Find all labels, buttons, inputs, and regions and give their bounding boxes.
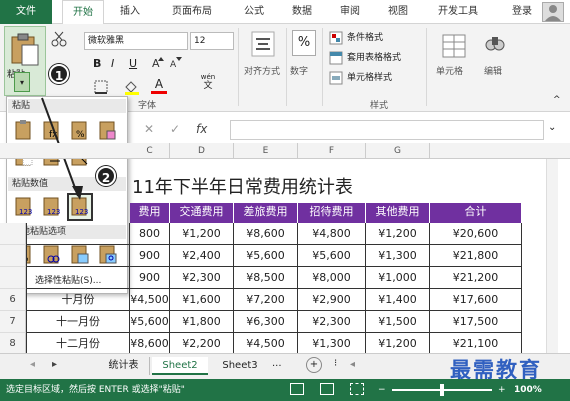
worksheet-grid: C D E F G 11年下半年日常费用统计表 费用 交通费用 差旅费用 招待费… (0, 143, 570, 355)
formula-input[interactable] (230, 120, 544, 140)
month-cell[interactable] (26, 245, 130, 267)
formula-bar: ✕ ✓ fx ⌄ (130, 118, 570, 142)
column-header[interactable]: F (298, 143, 366, 159)
row-header[interactable] (0, 245, 26, 267)
table-cell[interactable]: ¥1,300 (298, 333, 366, 355)
header-cell[interactable]: 交通费用 (170, 203, 234, 223)
confirm-icon[interactable]: ✓ (170, 122, 180, 136)
table-cell[interactable]: ¥2,300 (170, 267, 234, 289)
table-cell[interactable]: ¥21,200 (430, 267, 522, 289)
page-layout-view-icon[interactable] (320, 383, 334, 395)
table-cell[interactable]: 900 (130, 245, 170, 267)
table-cell[interactable]: ¥2,400 (170, 245, 234, 267)
cancel-icon[interactable]: ✕ (144, 122, 154, 136)
table-cell[interactable]: ¥5,600 (234, 245, 298, 267)
sheet-more-label[interactable]: ... (272, 358, 282, 369)
table-cell[interactable]: ¥5,600 (298, 245, 366, 267)
header-cell[interactable]: 招待费用 (298, 203, 366, 223)
zoom-level[interactable]: 100% (514, 379, 542, 401)
column-header[interactable]: C (130, 143, 170, 159)
table-cell[interactable]: ¥21,100 (430, 333, 522, 355)
sheet-tab-active[interactable]: Sheet2 (152, 357, 208, 375)
table-cell[interactable]: ¥1,400 (366, 289, 430, 311)
table-cell[interactable]: ¥1,300 (366, 245, 430, 267)
table-cell[interactable]: ¥2,200 (170, 333, 234, 355)
row-header[interactable] (0, 223, 26, 245)
month-cell[interactable]: 十一月份 (26, 311, 130, 333)
table-cell[interactable]: ¥4,500 (234, 333, 298, 355)
table-cell[interactable]: ¥1,500 (366, 311, 430, 333)
table-cell[interactable]: ¥2,900 (298, 289, 366, 311)
table-cell[interactable]: ¥8,000 (298, 267, 366, 289)
scroll-left-icon[interactable]: ◂ (350, 359, 355, 370)
table-cell[interactable]: 900 (130, 267, 170, 289)
column-header[interactable]: E (234, 143, 298, 159)
table-cell[interactable]: ¥8,600 (234, 223, 298, 245)
sheet-tab[interactable]: Sheet3 (212, 357, 268, 375)
table-cell[interactable]: ¥2,300 (298, 311, 366, 333)
zoom-out-icon[interactable]: − (378, 379, 386, 401)
status-bar: 选定目标区域，然后按 ENTER 或选择"粘贴" − + 100% (0, 379, 570, 401)
table-cell[interactable]: ¥6,300 (234, 311, 298, 333)
table-cell[interactable]: ¥1,200 (366, 333, 430, 355)
table-cell[interactable]: ¥21,800 (430, 245, 522, 267)
month-cell[interactable] (26, 267, 130, 289)
column-header[interactable]: G (366, 143, 430, 159)
table-cell[interactable]: ¥1,000 (366, 267, 430, 289)
zoom-in-icon[interactable]: + (498, 379, 506, 401)
table-cell[interactable]: ¥20,600 (430, 223, 522, 245)
vertical-scrollbar[interactable] (546, 159, 558, 353)
header-cell[interactable]: 合计 (430, 203, 522, 223)
add-sheet-icon[interactable]: + (306, 357, 322, 373)
table-cell[interactable]: ¥1,200 (170, 223, 234, 245)
zoom-slider-handle[interactable] (440, 384, 444, 396)
sheet-title[interactable]: 11年下半年日常费用统计表 (132, 173, 452, 199)
normal-view-icon[interactable] (290, 383, 304, 395)
prev-sheet-icon[interactable]: ◂ (30, 359, 35, 370)
table-cell[interactable]: ¥8,600 (130, 333, 170, 355)
table-cell[interactable]: ¥17,600 (430, 289, 522, 311)
next-sheet-icon[interactable]: ▸ (52, 359, 57, 370)
expand-formula-icon[interactable]: ⌄ (548, 122, 556, 133)
month-cell[interactable] (26, 223, 130, 245)
sheet-tab[interactable]: 统计表 (98, 357, 150, 375)
table-cell[interactable]: ¥5,600 (130, 311, 170, 333)
table-cell[interactable]: ¥4,800 (298, 223, 366, 245)
header-cell[interactable]: 其他费用 (366, 203, 430, 223)
column-header[interactable]: D (170, 143, 234, 159)
month-cell[interactable]: 十月份 (26, 289, 130, 311)
page-break-view-icon[interactable] (350, 383, 364, 395)
table-cell[interactable]: ¥7,200 (234, 289, 298, 311)
callout-step-1: 1 (49, 64, 69, 84)
table-cell[interactable]: ¥17,500 (430, 311, 522, 333)
function-icon[interactable]: fx (196, 122, 207, 136)
month-cell[interactable]: 十二月份 (26, 333, 130, 355)
row-header[interactable]: 8 (0, 333, 26, 355)
row-header[interactable]: 6 (0, 289, 26, 311)
header-cell[interactable]: 费用 (130, 203, 170, 223)
status-text: 选定目标区域，然后按 ENTER 或选择"粘贴" (6, 385, 185, 395)
table-cell[interactable]: ¥1,200 (366, 223, 430, 245)
table-cell[interactable]: ¥1,800 (170, 311, 234, 333)
header-cell[interactable]: 差旅费用 (234, 203, 298, 223)
table-cell[interactable]: ¥8,500 (234, 267, 298, 289)
tab-split-icon[interactable]: ⁝ (334, 358, 337, 369)
table-cell[interactable]: ¥4,500 (130, 289, 170, 311)
row-header[interactable]: 7 (0, 311, 26, 333)
row-header[interactable] (0, 267, 26, 289)
table-cell[interactable]: 800 (130, 223, 170, 245)
table-cell[interactable]: ¥1,600 (170, 289, 234, 311)
